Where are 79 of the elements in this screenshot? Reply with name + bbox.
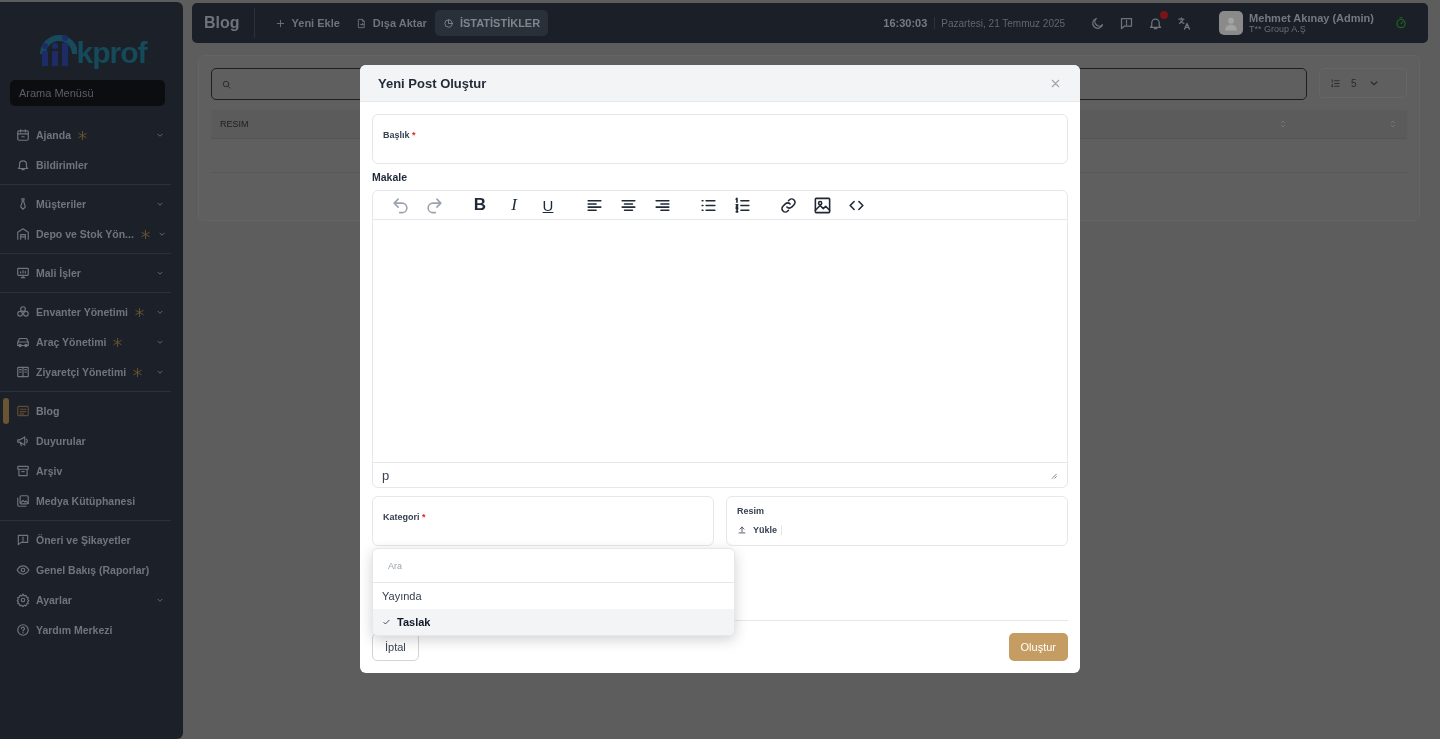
asterisk-icon xyxy=(134,306,145,318)
redo-icon xyxy=(424,195,444,215)
bold-button[interactable]: B xyxy=(469,194,491,216)
page-title: Blog xyxy=(204,8,255,38)
editor-label: Makale xyxy=(372,171,409,183)
category-select-field[interactable]: Kategori * xyxy=(372,496,714,546)
sidebar-item[interactable]: Bildirimler xyxy=(0,150,171,180)
active-indicator xyxy=(3,398,9,424)
dropdown-option[interactable]: Yayında xyxy=(373,583,734,609)
chat-alert-icon xyxy=(16,533,30,547)
menu-search-field[interactable]: Arama Menüsü xyxy=(10,80,165,106)
italic-button[interactable]: I xyxy=(503,194,525,216)
archive-icon xyxy=(16,464,30,478)
book-icon xyxy=(16,365,30,379)
search-icon xyxy=(221,78,232,90)
sidebar-item[interactable]: Medya Kütüphanesi xyxy=(0,486,171,516)
sidebar-item[interactable]: Depo ve Stok Yön... xyxy=(0,219,171,249)
dropdown-option[interactable]: Taslak xyxy=(373,609,734,635)
toolbar-action[interactable]: Dışa Aktar xyxy=(347,10,435,36)
upload-button[interactable]: Yükle xyxy=(737,525,1057,535)
stats-icon xyxy=(442,17,454,29)
sidebar-item[interactable]: Genel Bakış (Raporlar) xyxy=(0,555,171,585)
create-button[interactable]: Oluştur xyxy=(1008,633,1068,661)
dropdown-search-field[interactable]: Ara xyxy=(373,549,734,583)
date-text: Pazartesi, 21 Temmuz 2025 xyxy=(940,17,1066,29)
gear-icon xyxy=(16,593,30,607)
sidebar-item[interactable]: Müşteriler xyxy=(0,189,171,219)
list-icon xyxy=(16,404,30,418)
add-icon xyxy=(274,17,286,29)
sidebar-item[interactable]: Mali İşler xyxy=(0,258,171,288)
car-icon xyxy=(16,335,30,349)
sidebar-item[interactable]: Öneri ve Şikayetler xyxy=(0,525,171,555)
title-input-field[interactable]: Başlık * xyxy=(372,114,1068,164)
asterisk-icon xyxy=(112,336,124,348)
sidebar-item[interactable]: Ziyaretçi Yönetimi xyxy=(0,357,171,387)
element-path: p xyxy=(382,467,390,483)
boxes-icon xyxy=(16,305,30,319)
export-icon xyxy=(355,17,367,29)
size-list-icon xyxy=(1330,77,1341,89)
undo-icon xyxy=(390,195,410,215)
company-name: T** Group A.Ş xyxy=(1249,24,1307,34)
translate-icon xyxy=(1177,15,1193,31)
image-icon xyxy=(812,195,832,215)
images-icon xyxy=(16,494,30,508)
moon-icon xyxy=(1090,15,1106,31)
toolbar-action[interactable]: İSTATİSTİKLER xyxy=(434,10,549,36)
timer-icon xyxy=(1394,16,1408,30)
asterisk-icon xyxy=(77,129,88,141)
calendar-icon xyxy=(16,128,30,142)
column-header[interactable]: RESIM xyxy=(220,119,249,129)
numbered-list-icon xyxy=(732,195,752,215)
field-label: Resim xyxy=(737,506,765,516)
message-icon xyxy=(1119,15,1135,31)
bell-icon xyxy=(16,158,30,172)
clock-time: 16:30:03 xyxy=(883,17,936,29)
sidebar-item[interactable]: Araç Yönetimi xyxy=(0,327,171,357)
sidebar-item[interactable]: Duyurular xyxy=(0,426,171,456)
upload-icon xyxy=(737,525,747,535)
sidebar-item[interactable]: Ajanda xyxy=(0,120,171,150)
underline-button[interactable]: U xyxy=(537,194,559,216)
sidebar-item[interactable]: Envanter Yönetimi xyxy=(0,297,171,327)
warehouse-icon xyxy=(16,227,30,241)
asterisk-icon xyxy=(132,366,144,378)
toolbar-action[interactable]: Yeni Ekle xyxy=(266,10,348,36)
check-icon xyxy=(382,617,391,627)
sidebar-item[interactable]: Blog xyxy=(0,396,171,426)
sidebar-item[interactable]: Yardım Merkezi xyxy=(0,615,171,645)
help-icon xyxy=(16,623,30,637)
monitor-icon xyxy=(16,266,30,280)
bell-icon xyxy=(1148,15,1164,31)
eye-icon xyxy=(16,563,30,577)
user-name: Mehmet Akınay (Admin) xyxy=(1249,12,1374,24)
link-icon xyxy=(778,195,798,215)
dialog-title: Yeni Post Oluştur xyxy=(378,75,487,91)
megaphone-icon xyxy=(16,434,30,448)
avatar[interactable] xyxy=(1219,11,1244,35)
sidebar-item[interactable]: Ayarlar xyxy=(0,585,171,615)
asterisk-icon xyxy=(139,228,151,240)
sidebar-item[interactable]: Arşiv xyxy=(0,456,171,486)
